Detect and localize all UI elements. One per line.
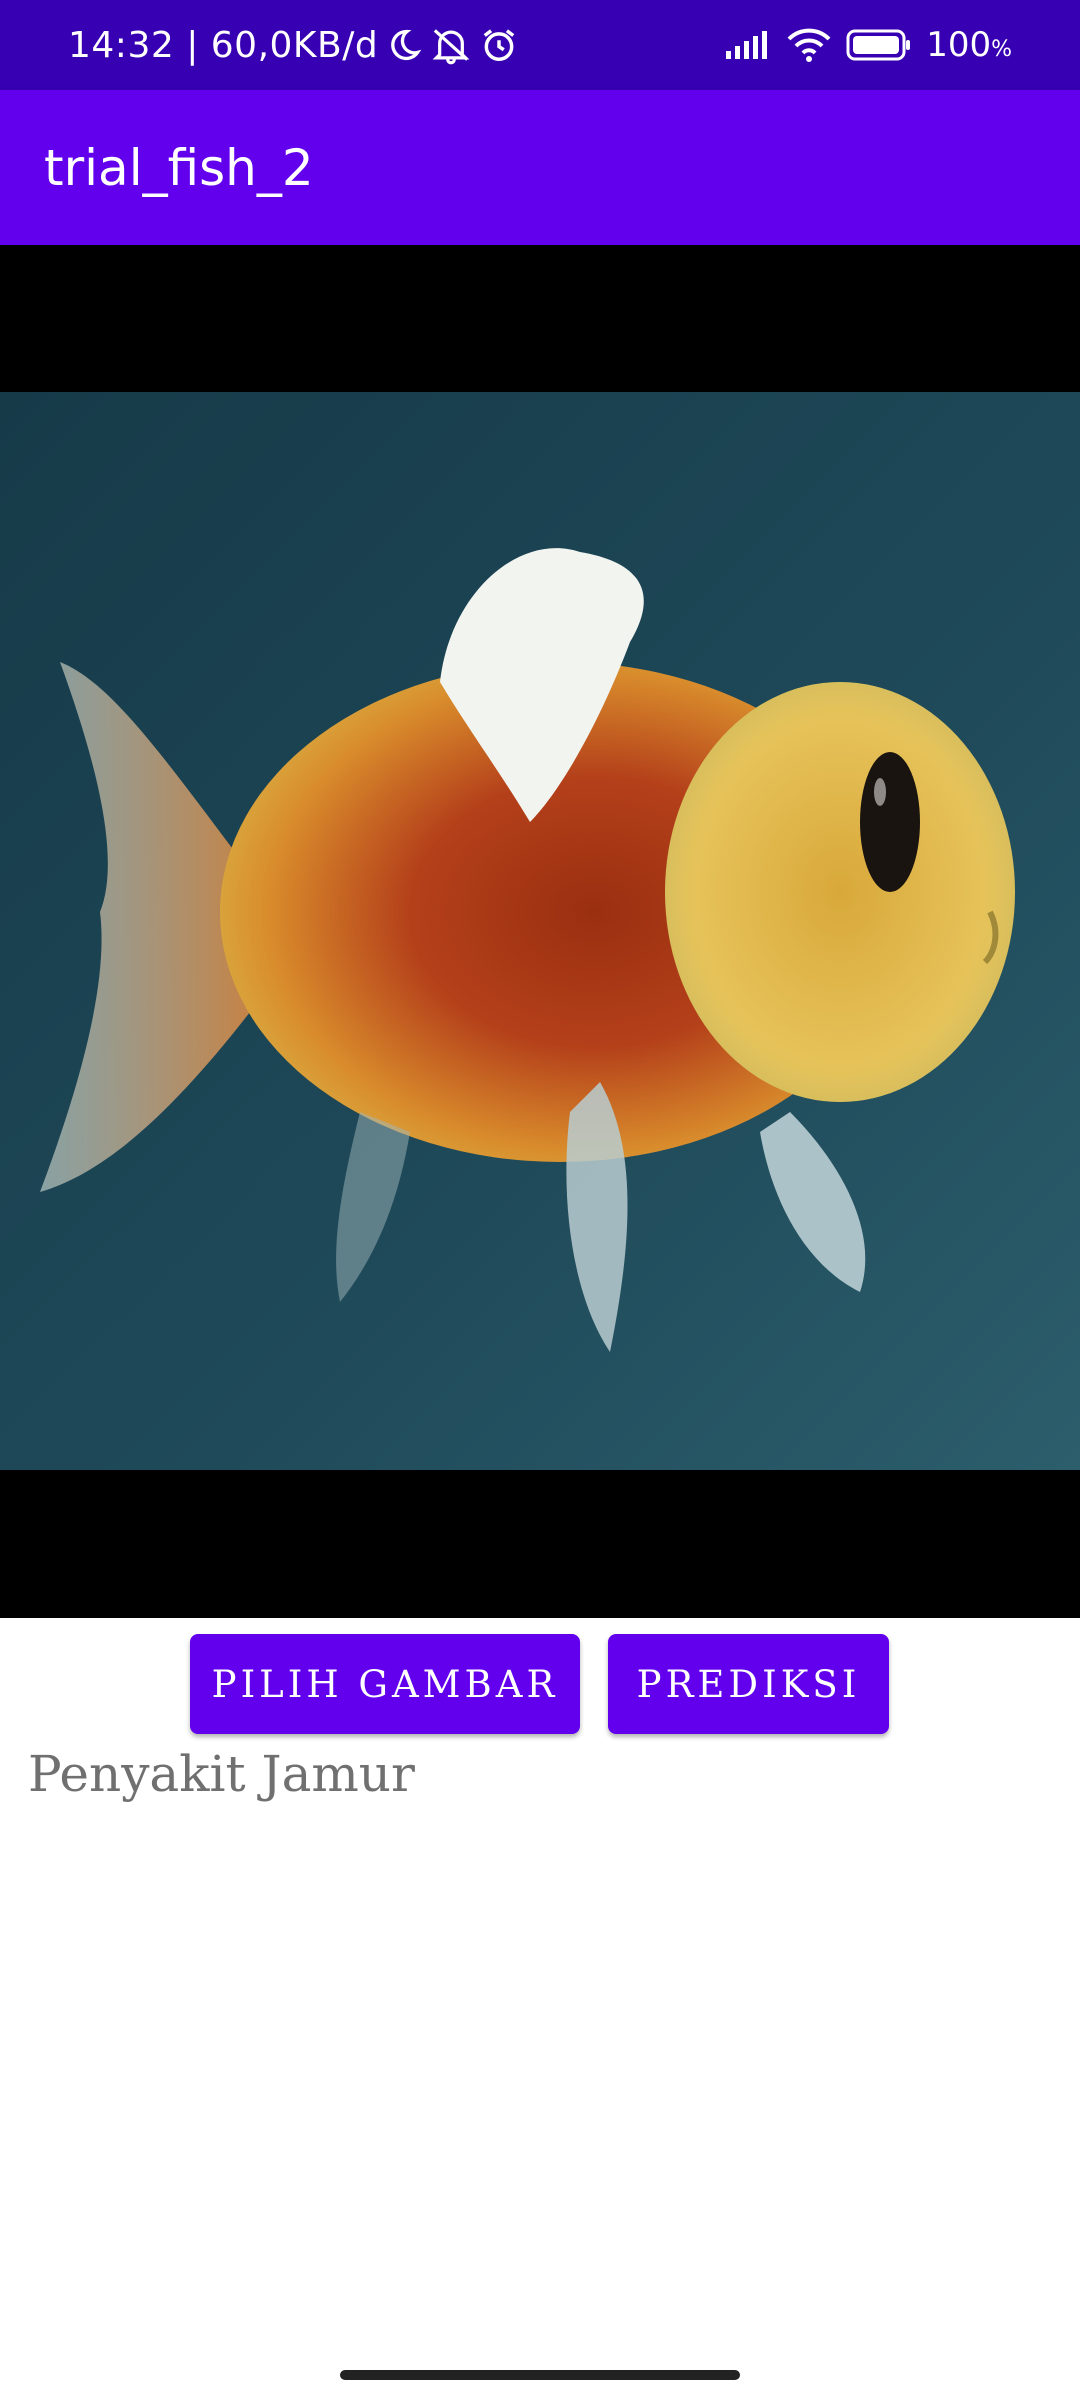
status-time-speed: 14:32 | 60,0KB/d	[68, 24, 379, 66]
button-row: PILIH GAMBAR PREDIKSI	[0, 1634, 1080, 1736]
signal-icon	[724, 29, 772, 61]
home-indicator[interactable]	[340, 2370, 740, 2380]
status-left: 14:32 | 60,0KB/d	[68, 0, 518, 90]
fish-photo	[0, 392, 1080, 1470]
bell-muted-icon	[430, 25, 472, 65]
moon-icon	[386, 27, 422, 63]
battery-icon	[846, 28, 912, 62]
predict-button[interactable]: PREDIKSI	[608, 1634, 889, 1734]
wifi-icon	[786, 27, 832, 63]
app-bar: trial_fish_2	[0, 90, 1080, 245]
alarm-icon	[480, 26, 518, 64]
result-label: Penyakit Jamur	[28, 1745, 415, 1803]
status-bar: 14:32 | 60,0KB/d 100%	[0, 0, 1080, 90]
image-view	[0, 245, 1080, 1618]
app-title: trial_fish_2	[44, 138, 314, 197]
pick-image-button[interactable]: PILIH GAMBAR	[190, 1634, 580, 1734]
status-right: 100%	[724, 0, 1012, 90]
battery-percent: 100%	[926, 25, 1012, 65]
